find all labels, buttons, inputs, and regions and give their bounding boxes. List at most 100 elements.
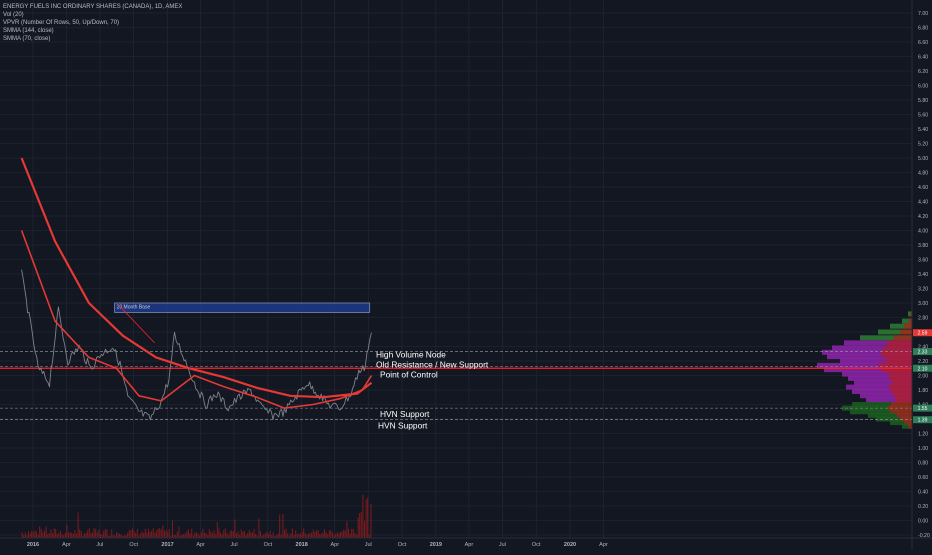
- vpvr-row-down: [882, 354, 912, 360]
- volume-bar: [343, 529, 345, 538]
- volume-bar: [69, 532, 71, 538]
- volume-bar: [208, 529, 210, 538]
- volume-bar: [48, 533, 50, 538]
- y-tick-label: 5.20: [918, 142, 928, 148]
- volume-bar: [36, 531, 38, 538]
- volume-bar: [314, 531, 316, 538]
- legend-smma144[interactable]: SMMA (144, close): [3, 27, 182, 35]
- price-tag-level-d: 1.39: [918, 418, 928, 424]
- volume-bar: [189, 533, 191, 538]
- volume-bar: [32, 532, 34, 538]
- volume-bar: [52, 533, 54, 538]
- volume-bar: [181, 534, 183, 538]
- base-box-rect: [114, 302, 371, 313]
- volume-bar: [100, 533, 102, 538]
- volume-bar: [348, 528, 350, 538]
- volume-bar: [141, 531, 143, 538]
- volume-bar: [248, 529, 250, 538]
- volume-bar: [154, 532, 156, 538]
- y-tick-label: 0.20: [918, 504, 928, 510]
- price-tag-level-a: 2.33: [918, 350, 928, 356]
- y-tick-label: 4.40: [918, 200, 928, 206]
- x-tick-label: Oct: [532, 542, 541, 548]
- volume-bar: [268, 534, 270, 538]
- vpvr-row-down: [891, 380, 912, 386]
- y-tick-label: 5.00: [918, 156, 928, 162]
- volume-bar: [216, 522, 218, 538]
- vpvr-row-down: [888, 340, 912, 346]
- volume-bar: [205, 532, 207, 538]
- volume-bar: [301, 531, 303, 538]
- y-tick-label: 2.20: [918, 359, 928, 365]
- volume-bar: [229, 531, 231, 538]
- volume-bar: [346, 520, 348, 538]
- volume-bar: [290, 533, 292, 538]
- x-tick-label: Apr: [599, 542, 608, 548]
- y-tick-label: 5.60: [918, 113, 928, 119]
- volume-bar: [236, 533, 238, 538]
- volume-bar: [282, 513, 284, 538]
- last-price-tag: 2.59: [918, 331, 928, 337]
- volume-bar: [260, 531, 262, 538]
- volume-bar: [93, 528, 95, 538]
- volume-bar: [269, 530, 271, 538]
- volume-bar: [56, 534, 58, 538]
- volume-bar: [127, 532, 129, 538]
- volume-bar: [159, 528, 161, 538]
- volume-bar: [364, 521, 366, 538]
- volume-bar: [21, 532, 23, 538]
- volume-bar: [218, 528, 220, 538]
- volume-bar: [176, 531, 178, 538]
- volume-bar: [234, 519, 236, 538]
- volume-bar: [50, 529, 52, 538]
- annotation-hvn-support-1: HVN Support: [380, 409, 430, 419]
- volume-bar: [164, 530, 166, 538]
- volume-bar: [344, 530, 346, 538]
- y-tick-label: 2.80: [918, 316, 928, 322]
- y-tick-label: 3.60: [918, 258, 928, 264]
- volume-bar: [28, 531, 30, 538]
- volume-bar: [148, 528, 150, 538]
- volume-bar: [172, 520, 174, 538]
- volume-bar: [160, 529, 162, 538]
- annotation-point-of-control: Point of Control: [380, 369, 438, 379]
- volume-bar: [316, 530, 318, 538]
- volume-bar: [152, 528, 154, 538]
- volume-bar: [58, 532, 60, 538]
- volume-bar: [223, 530, 225, 538]
- vpvr-row-down: [908, 318, 912, 324]
- legend-smma70[interactable]: SMMA (70, close): [3, 35, 182, 43]
- volume-bar: [351, 528, 353, 538]
- vpvr-row-down: [893, 393, 912, 399]
- legend-volume[interactable]: Vol (20): [3, 11, 182, 19]
- volume-bar: [29, 533, 31, 538]
- volume-bar: [242, 531, 244, 538]
- volume-bar: [244, 531, 246, 538]
- volume-bar: [303, 528, 305, 538]
- volume-bar: [255, 534, 257, 538]
- volume-bar: [220, 532, 222, 538]
- volume-bar: [183, 534, 185, 538]
- legend-vpvr[interactable]: VPVR (Number Of Rows, 50, Up/Down, 70): [3, 19, 182, 27]
- volume-bar: [325, 532, 327, 538]
- volume-bar: [231, 530, 233, 538]
- vpvr-row-down: [884, 345, 912, 351]
- volume-bar: [336, 532, 338, 538]
- volume-bar: [136, 528, 138, 538]
- volume-bar: [298, 533, 300, 538]
- volume-bar: [47, 534, 49, 538]
- legend-symbol[interactable]: ENERGY FUELS INC ORDINARY SHARES (CANADA…: [3, 3, 182, 11]
- volume-bar: [24, 532, 26, 538]
- volume-bar: [191, 528, 193, 538]
- x-tick-label: Apr: [196, 542, 205, 548]
- volume-bar: [324, 529, 326, 538]
- y-tick-label: 5.80: [918, 98, 928, 104]
- volume-bar: [320, 533, 322, 538]
- volume-bar: [204, 532, 206, 538]
- volume-bar: [335, 533, 337, 538]
- volume-bar: [253, 528, 255, 538]
- y-tick-label: 2.00: [918, 374, 928, 380]
- volume-bar: [287, 533, 289, 538]
- volume-bar: [264, 533, 266, 538]
- volume-bar: [37, 534, 39, 538]
